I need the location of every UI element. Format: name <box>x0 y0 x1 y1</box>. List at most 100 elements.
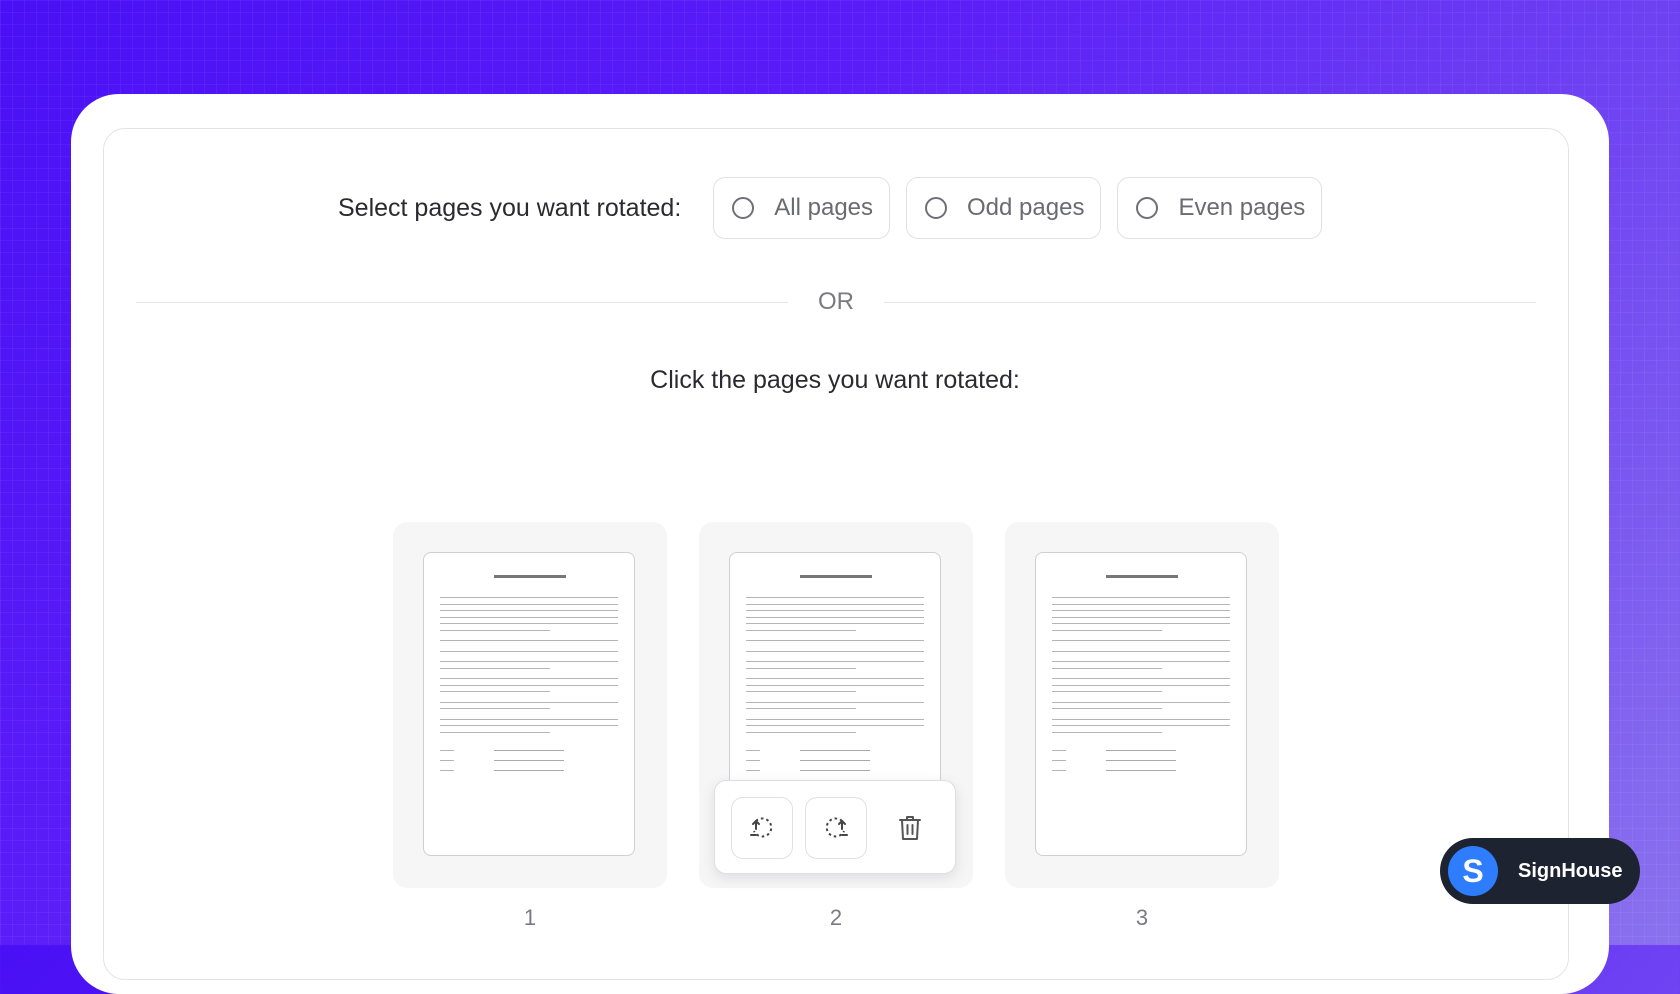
document-text-line <box>440 661 618 662</box>
all-pages-radio[interactable]: All pages <box>713 177 891 239</box>
document-text-line <box>440 616 618 618</box>
document-text-line <box>1052 616 1230 618</box>
document-text-line <box>440 684 618 686</box>
document-title-line <box>800 575 872 578</box>
document-text-line <box>440 597 618 598</box>
document-text-line <box>1052 603 1230 605</box>
document-text-line <box>746 691 856 692</box>
rotate-left-button[interactable] <box>731 797 793 859</box>
document-text-line <box>1052 691 1162 692</box>
document-text-line <box>1052 718 1230 720</box>
document-text-line <box>1052 678 1230 679</box>
document-text-line <box>746 701 924 703</box>
document-text-line <box>1052 640 1230 641</box>
page-number-2: 2 <box>829 905 843 930</box>
signature-label-line <box>746 760 760 761</box>
document-text-line <box>440 603 618 605</box>
document-text-line <box>746 640 924 641</box>
signature-label-line <box>1052 770 1066 771</box>
odd-pages-radio[interactable]: Odd pages <box>906 177 1102 239</box>
odd-pages-label: Odd pages <box>967 194 1085 221</box>
document-text-line <box>746 708 856 709</box>
document-text-line <box>746 603 924 605</box>
signature-line <box>800 770 870 771</box>
signature-label-line <box>746 770 760 771</box>
document-text-line <box>440 629 550 631</box>
document-text-line <box>440 725 618 726</box>
document-text-line <box>746 610 924 611</box>
rotate-right-button[interactable] <box>805 797 867 859</box>
signature-line <box>1106 770 1176 771</box>
signature-line <box>494 770 564 771</box>
rotate-right-icon <box>825 817 848 838</box>
document-text-line <box>1052 725 1230 726</box>
document-text-line <box>1052 661 1230 662</box>
document-text-line <box>1052 731 1162 733</box>
rotate-selection-row: Select pages you want rotated: All pages… <box>338 176 1338 240</box>
document-text-line <box>440 650 618 652</box>
document-text-line <box>440 691 550 692</box>
document-text-line <box>1052 623 1230 624</box>
signature-label-line <box>440 750 454 751</box>
divider-right <box>884 302 1536 303</box>
document-text-line <box>1052 708 1162 709</box>
signature-label-line <box>746 750 760 751</box>
signature-line <box>1106 760 1176 761</box>
document-text-line <box>1052 610 1230 611</box>
page-preview <box>423 552 635 856</box>
document-text-line <box>1052 650 1230 652</box>
page-number-3: 3 <box>1135 905 1149 930</box>
radio-circle-icon <box>1136 197 1159 219</box>
all-pages-label: All pages <box>774 194 874 221</box>
document-text-line <box>440 731 550 733</box>
or-separator: OR <box>818 288 854 315</box>
signature-line <box>800 760 870 761</box>
signature-label-line <box>1052 760 1066 761</box>
signhouse-badge-label: SignHouse <box>1518 859 1623 882</box>
divider-left <box>136 302 788 303</box>
document-title-line <box>1106 575 1178 578</box>
signature-line <box>1106 750 1176 751</box>
document-text-line <box>440 701 618 703</box>
document-text-line <box>746 661 924 662</box>
rotate-selection-label: Select pages you want rotated: <box>338 193 682 222</box>
click-pages-label: Click the pages you want rotated: <box>650 366 1020 394</box>
page-actions-toolbar <box>714 780 956 874</box>
document-text-line <box>746 667 856 669</box>
document-text-line <box>746 684 924 686</box>
document-text-line <box>1052 684 1230 686</box>
page-thumbnail-3[interactable] <box>1005 522 1279 888</box>
even-pages-label: Even pages <box>1178 194 1306 221</box>
document-text-line <box>746 725 924 726</box>
radio-circle-icon <box>925 197 948 219</box>
page-thumbnail-1[interactable] <box>393 522 667 888</box>
document-text-line <box>440 678 618 679</box>
document-text-line <box>746 718 924 720</box>
document-text-line <box>440 667 550 669</box>
page-number-1: 1 <box>523 905 537 930</box>
rotate-left-icon <box>750 817 773 838</box>
signature-label-line <box>440 760 454 761</box>
signature-label-line <box>1052 750 1066 751</box>
document-text-line <box>440 640 618 641</box>
signature-line <box>800 750 870 751</box>
radio-circle-icon <box>732 197 755 219</box>
document-text-line <box>746 678 924 679</box>
document-text-line <box>746 650 924 652</box>
signhouse-badge[interactable]: S SignHouse <box>1440 838 1640 904</box>
document-text-line <box>746 731 856 733</box>
delete-page-button[interactable] <box>879 797 941 859</box>
document-text-line <box>1052 597 1230 598</box>
document-text-line <box>1052 629 1162 631</box>
document-text-line <box>746 623 924 624</box>
trash-icon <box>899 816 921 840</box>
document-text-line <box>746 629 856 631</box>
signature-line <box>494 760 564 761</box>
signature-line <box>494 750 564 751</box>
document-text-line <box>440 623 618 624</box>
even-pages-radio[interactable]: Even pages <box>1117 177 1323 239</box>
document-text-line <box>1052 701 1230 703</box>
document-text-line <box>440 718 618 720</box>
document-text-line <box>746 597 924 598</box>
document-text-line <box>1052 667 1162 669</box>
